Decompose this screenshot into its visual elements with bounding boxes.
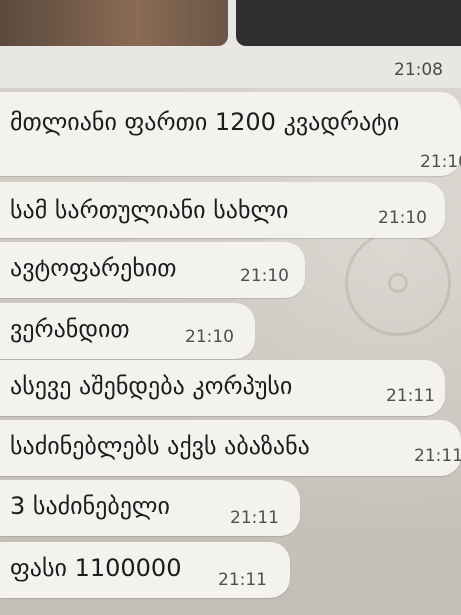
message-text: ასევე აშენდება კორპუსი: [10, 372, 293, 400]
message-timestamp: 21:10: [420, 152, 461, 172]
message-timestamp: 21:08: [394, 60, 443, 80]
message-bubble[interactable]: სამ სართულიანი სახლი 21:10: [0, 182, 445, 238]
image-thumbnail[interactable]: [236, 0, 461, 46]
message-timestamp: 21:11: [230, 508, 279, 528]
message-text: ავტოფარეხით: [10, 254, 177, 282]
message-bubble[interactable]: საძინებლებს აქვს აბაზანა 21:11: [0, 420, 461, 476]
message-timestamp: 21:10: [378, 208, 427, 228]
message-text: 3 საძინებელი: [10, 492, 170, 520]
message-text: ფასი 1100000: [10, 554, 182, 582]
message-timestamp: 21:10: [240, 266, 289, 286]
media-thumbnails[interactable]: [0, 0, 461, 46]
message-text: სამ სართულიანი სახლი: [10, 196, 289, 224]
message-bubble[interactable]: ასევე აშენდება კორპუსი 21:11: [0, 360, 445, 416]
message-timestamp: 21:11: [414, 446, 461, 466]
message-timestamp: 21:11: [218, 570, 267, 590]
message-timestamp: 21:10: [185, 327, 234, 347]
message-bubble[interactable]: ავტოფარეხით 21:10: [0, 242, 305, 298]
message-text: საძინებლებს აქვს აბაზანა: [10, 432, 310, 460]
message-text: მთლიანი ფართი 1200 კვადრატი: [10, 108, 400, 136]
message-bubble[interactable]: 3 საძინებელი 21:11: [0, 480, 300, 536]
message-text: ვერანდით: [10, 315, 130, 343]
wallpaper-doodle: [345, 230, 451, 336]
message-bubble[interactable]: ფასი 1100000 21:11: [0, 542, 290, 598]
message-bubble[interactable]: მთლიანი ფართი 1200 კვადრატი 21:10: [0, 92, 461, 176]
image-thumbnail[interactable]: [0, 0, 228, 46]
message-bubble[interactable]: ვერანდით 21:10: [0, 303, 255, 359]
message-timestamp: 21:11: [386, 386, 435, 406]
